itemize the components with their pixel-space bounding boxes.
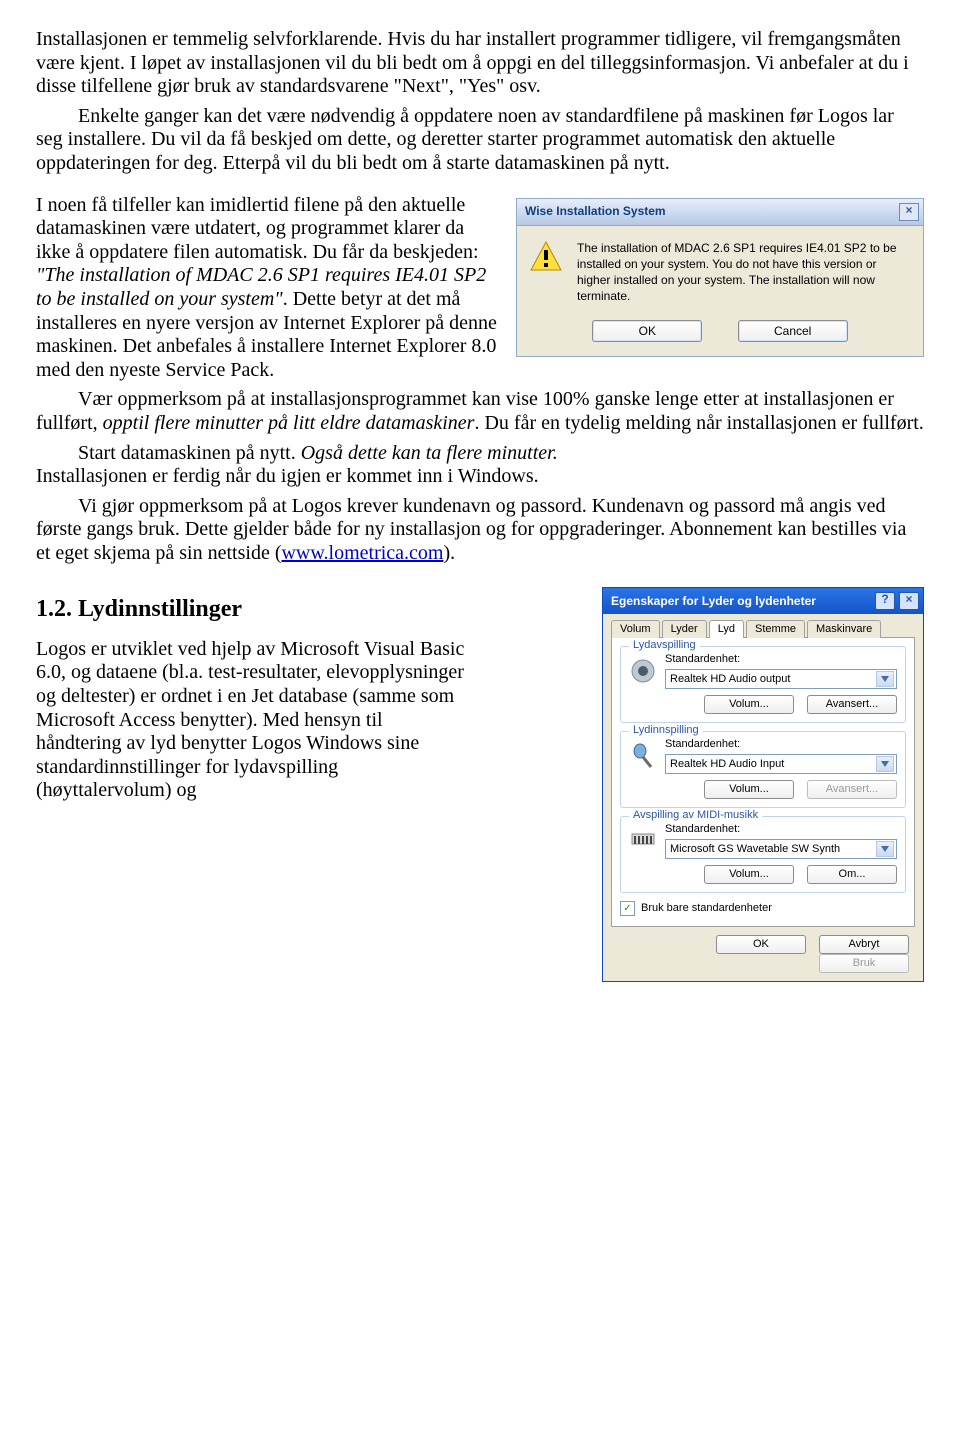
wise-titlebar: Wise Installation System × xyxy=(517,199,923,226)
playback-label: Standardenhet: xyxy=(665,653,897,666)
recording-device-value: Realtek HD Audio Input xyxy=(670,758,784,771)
recording-label: Standardenhet: xyxy=(665,738,897,751)
sound-apply-button: Bruk xyxy=(819,954,909,973)
help-icon[interactable]: ? xyxy=(875,592,895,610)
para-credentials-a: Vi gjør oppmerksom på at Logos krever ku… xyxy=(36,495,906,564)
intro-text-a: Installasjonen er temmelig selvforklaren… xyxy=(36,28,909,97)
chevron-down-icon xyxy=(876,841,894,857)
midi-label: Standardenhet: xyxy=(665,823,897,836)
tabs: Volum Lyder Lyd Stemme Maskinvare xyxy=(611,620,915,638)
para-outdated-a: I noen få tilfeller kan imidlertid filen… xyxy=(36,194,479,263)
para-credentials-b: ). xyxy=(443,542,455,564)
para-done: Installasjonen er ferdig når du igjen er… xyxy=(36,465,924,489)
para-credentials: Vi gjør oppmerksom på at Logos krever ku… xyxy=(36,495,924,566)
midi-volume-button[interactable]: Volum... xyxy=(704,865,794,884)
midi-about-button[interactable]: Om... xyxy=(807,865,897,884)
cancel-button[interactable]: Cancel xyxy=(738,320,848,342)
group-midi: Avspilling av MIDI-musikk Standardenhet:… xyxy=(620,816,906,893)
sound-cancel-button[interactable]: Avbryt xyxy=(819,935,909,954)
midi-device-value: Microsoft GS Wavetable SW Synth xyxy=(670,843,840,856)
group-playback: Lydavspilling Standardenhet: Realtek HD … xyxy=(620,646,906,723)
group-recording: Lydinnspilling Standardenhet: Realtek HD… xyxy=(620,731,906,808)
recording-device-combo[interactable]: Realtek HD Audio Input xyxy=(665,754,897,774)
sound-titlebar: Egenskaper for Lyder og lydenheter ? × xyxy=(603,588,923,614)
tab-panel: Lydavspilling Standardenhet: Realtek HD … xyxy=(611,637,915,927)
tab-stemme[interactable]: Stemme xyxy=(746,620,805,638)
midi-icon xyxy=(629,827,657,855)
playback-device-value: Realtek HD Audio output xyxy=(670,673,790,686)
para-restart-a: Start datamaskinen på nytt. xyxy=(78,442,301,464)
speaker-icon xyxy=(629,657,657,685)
ok-button[interactable]: OK xyxy=(592,320,702,342)
website-link[interactable]: www.lometrica.com xyxy=(281,542,443,564)
group-playback-title: Lydavspilling xyxy=(629,639,700,652)
use-default-row[interactable]: ✓ Bruk bare standardenheter xyxy=(620,901,906,916)
midi-device-combo[interactable]: Microsoft GS Wavetable SW Synth xyxy=(665,839,897,859)
tab-lyd[interactable]: Lyd xyxy=(709,620,744,638)
recording-volume-button[interactable]: Volum... xyxy=(704,780,794,799)
wise-message: The installation of MDAC 2.6 SP1 require… xyxy=(577,240,911,305)
sound-properties-dialog: Egenskaper for Lyder og lydenheter ? × V… xyxy=(602,587,924,982)
para-100pct-i: opptil flere minutter på litt eldre data… xyxy=(103,412,475,434)
playback-device-combo[interactable]: Realtek HD Audio output xyxy=(665,669,897,689)
chevron-down-icon xyxy=(876,756,894,772)
close-icon[interactable]: × xyxy=(899,592,919,610)
tab-maskinvare[interactable]: Maskinvare xyxy=(807,620,881,638)
sound-title-text: Egenskaper for Lyder og lydenheter xyxy=(611,594,871,608)
wise-dialog: Wise Installation System × The installat… xyxy=(516,198,924,358)
playback-volume-button[interactable]: Volum... xyxy=(704,695,794,714)
recording-advanced-button: Avansert... xyxy=(807,780,897,799)
chevron-down-icon xyxy=(876,671,894,687)
microphone-icon xyxy=(629,742,657,770)
para-100pct: Vær oppmerksom på at installasjonsprogra… xyxy=(36,388,924,435)
tab-lyder[interactable]: Lyder xyxy=(662,620,707,638)
sound-ok-button[interactable]: OK xyxy=(716,935,806,954)
para-restart-i: Også dette kan ta flere minutter. xyxy=(301,442,558,464)
use-default-label: Bruk bare standardenheter xyxy=(641,902,772,915)
close-icon[interactable]: × xyxy=(899,203,919,221)
para-restart: Start datamaskinen på nytt. Også dette k… xyxy=(36,442,924,466)
playback-advanced-button[interactable]: Avansert... xyxy=(807,695,897,714)
group-recording-title: Lydinnspilling xyxy=(629,724,703,737)
intro-paragraph-b: Enkelte ganger kan det være nødvendig å … xyxy=(36,105,924,176)
warning-icon xyxy=(529,240,563,305)
intro-text-b: Enkelte ganger kan det være nødvendig å … xyxy=(36,105,894,174)
para-100pct-c: . Du får en tydelig melding når installa… xyxy=(474,412,923,434)
tab-volum[interactable]: Volum xyxy=(611,620,660,638)
checkbox-icon[interactable]: ✓ xyxy=(620,901,635,916)
intro-paragraph: Installasjonen er temmelig selvforklaren… xyxy=(36,28,924,99)
para-audio: Logos er utviklet ved hjelp av Microsoft… xyxy=(36,638,466,803)
group-midi-title: Avspilling av MIDI-musikk xyxy=(629,809,762,822)
wise-title-text: Wise Installation System xyxy=(525,204,893,218)
